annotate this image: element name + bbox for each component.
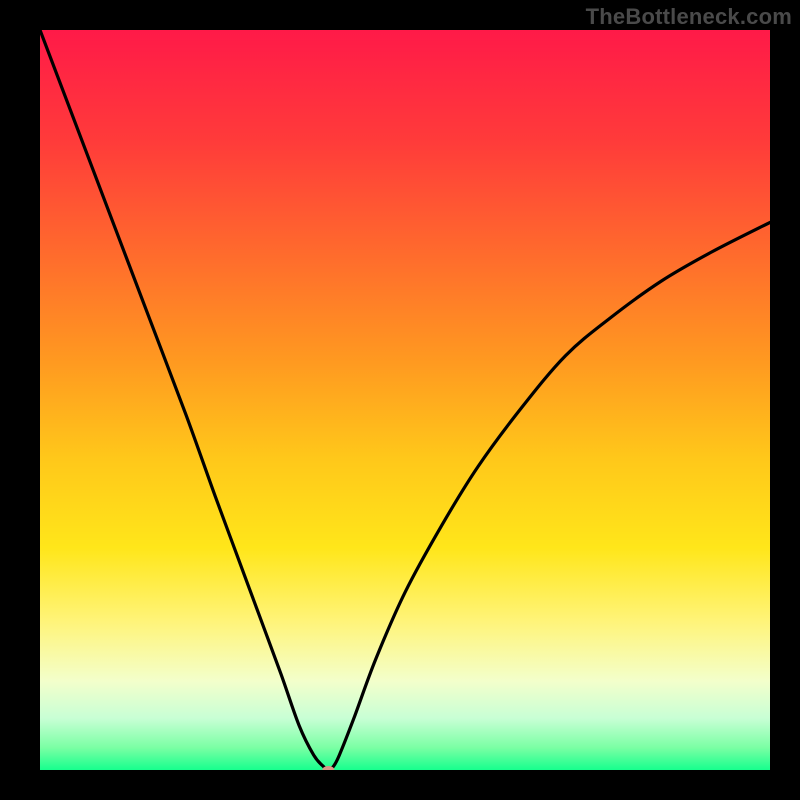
- chart-svg: [40, 30, 770, 770]
- chart-frame: TheBottleneck.com: [0, 0, 800, 800]
- plot-area: [40, 30, 770, 770]
- watermark-text: TheBottleneck.com: [586, 4, 792, 30]
- gradient-background: [40, 30, 770, 770]
